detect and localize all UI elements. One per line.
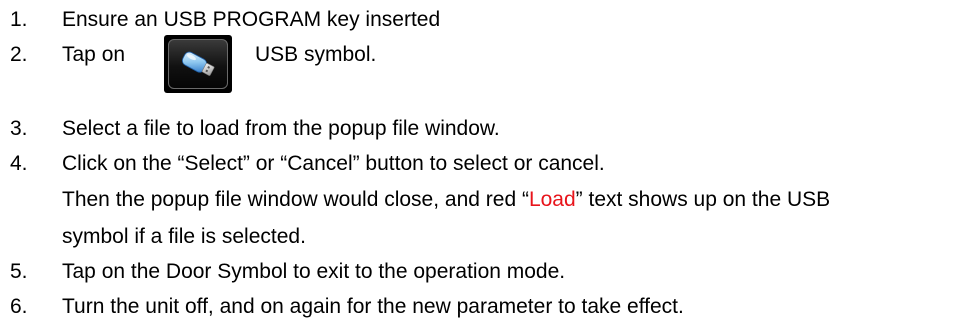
step-text: Click on the “Select” or “Cancel” button… [62,152,605,175]
instruction-list: 1. Ensure an USB PROGRAM key inserted 2.… [0,0,956,321]
step-text: Ensure an USB PROGRAM key inserted [62,8,441,31]
step-text: Turn the unit off, and on again for the … [62,295,684,318]
step-continuation-text: symbol if a file is selected. [62,225,306,248]
step-number: 5. [10,260,28,283]
step-number: 2. [10,43,28,66]
step-number: 1. [10,8,28,31]
load-highlight-text: Load [528,188,576,211]
step-number: 3. [10,117,28,140]
usb-symbol-button [164,35,232,93]
step-text: Tap on the Door Symbol to exit to the op… [62,260,566,283]
step-text-after-icon: USB symbol. [255,43,377,66]
usb-drive-icon [168,39,228,89]
step-number: 4. [10,152,28,175]
step-text: Tap on [62,43,126,66]
step-number: 6. [10,295,28,318]
step-text: Select a file to load from the popup fil… [62,117,500,140]
step-continuation-text: Then the popup file window would close, … [62,188,831,211]
